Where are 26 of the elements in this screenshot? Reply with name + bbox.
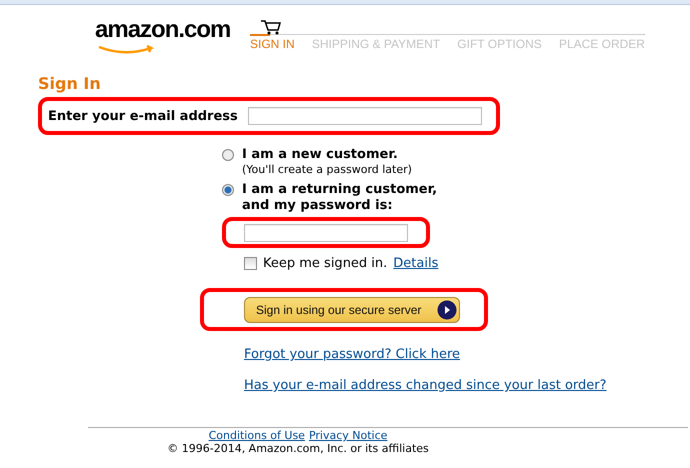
play-icon bbox=[437, 300, 457, 320]
logo-text[interactable]: amazon.com bbox=[95, 15, 229, 45]
footer-link[interactable]: Privacy Notice bbox=[308, 429, 388, 442]
sign-in-heading: Sign In bbox=[38, 74, 102, 93]
help-link[interactable]: Forgot your password? Click here bbox=[244, 347, 460, 362]
sign-in-button[interactable]: Sign in using our secure server bbox=[244, 296, 460, 322]
checkout-step: SHIPPING & PAYMENT bbox=[312, 37, 440, 51]
option-label: I am a new customer. bbox=[242, 147, 399, 163]
details-link[interactable]: Details bbox=[393, 256, 438, 271]
keep-signed-in-label: Keep me signed in. bbox=[263, 256, 388, 271]
option-note: (You'll create a password later) bbox=[242, 163, 413, 176]
radio-button[interactable] bbox=[222, 149, 234, 161]
footer-link[interactable]: Conditions of Use bbox=[208, 429, 305, 442]
checkout-step: GIFT OPTIONS bbox=[457, 37, 542, 51]
copyright-text: © 1996-2014, Amazon.com, Inc. or its affiliates bbox=[167, 442, 429, 455]
email-label: Enter your e-mail address bbox=[48, 108, 239, 124]
radio-button[interactable] bbox=[222, 184, 234, 196]
help-link[interactable]: Has your e-mail address changed since your last order? bbox=[244, 378, 607, 393]
cart-icon bbox=[260, 18, 282, 35]
checkbox[interactable] bbox=[244, 257, 257, 270]
checkout-step: PLACE ORDER bbox=[558, 37, 645, 51]
smile-arrow-icon bbox=[97, 45, 157, 55]
option-label: I am a returning customer, and my password is: bbox=[242, 182, 438, 214]
password-field[interactable] bbox=[244, 224, 408, 242]
checkout-step: SIGN IN bbox=[250, 37, 295, 51]
email-field[interactable] bbox=[248, 107, 482, 125]
